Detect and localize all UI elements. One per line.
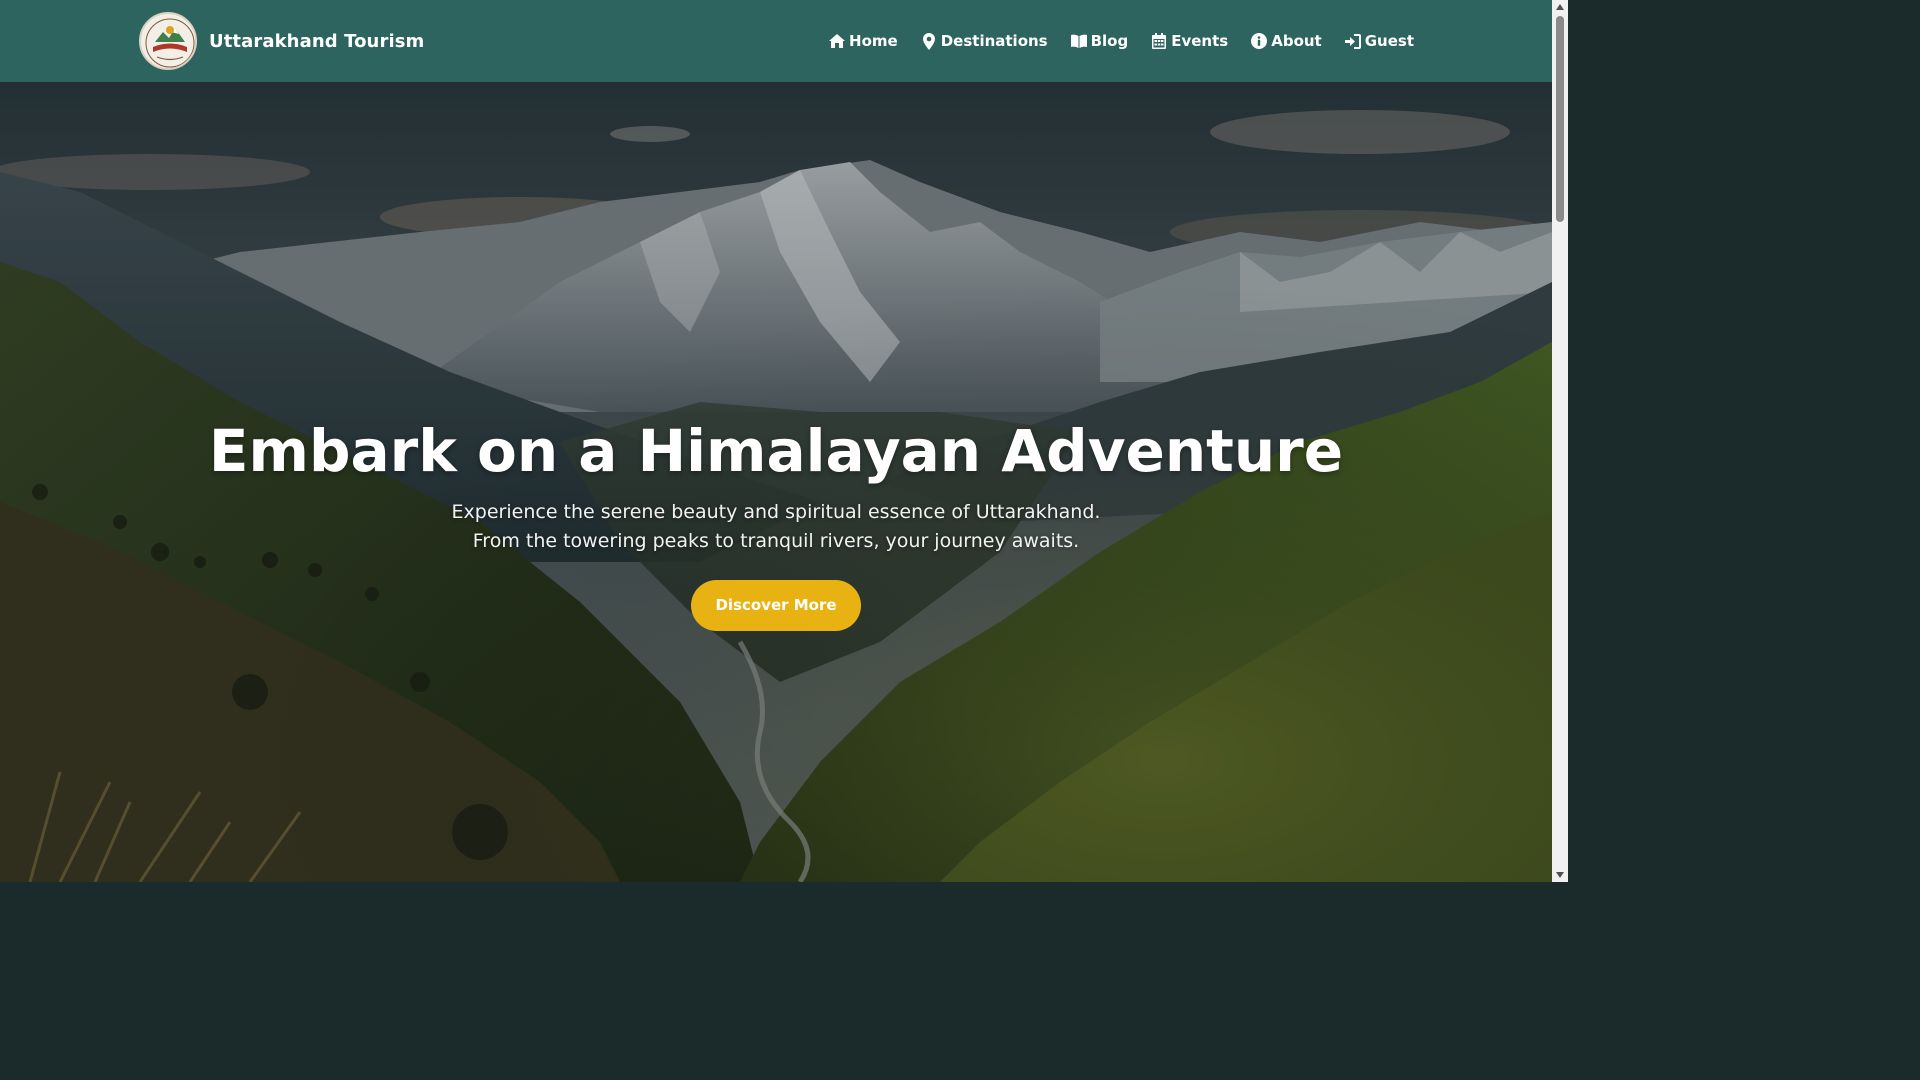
- nav-destinations-label: Destinations: [940, 32, 1048, 50]
- book-icon: [1070, 32, 1088, 50]
- home-icon: [828, 32, 846, 50]
- nav-about-label: About: [1271, 32, 1322, 50]
- scroll-down-arrow-icon[interactable]: [1552, 868, 1568, 882]
- brand-logo: [139, 12, 197, 70]
- nav-guest[interactable]: Guest: [1344, 32, 1414, 50]
- brand[interactable]: Uttarakhand Tourism: [139, 12, 424, 70]
- hero-subtitle-line-1: Experience the serene beauty and spiritu…: [451, 501, 1101, 523]
- nav-events[interactable]: Events: [1150, 32, 1228, 50]
- hero-title: Embark on a Himalayan Adventure: [208, 417, 1344, 485]
- scroll-up-arrow-icon[interactable]: [1552, 0, 1568, 14]
- nav-home-label: Home: [849, 32, 898, 50]
- nav-guest-label: Guest: [1364, 32, 1414, 50]
- nav-about[interactable]: About: [1250, 32, 1322, 50]
- discover-more-button[interactable]: Discover More: [691, 580, 861, 631]
- info-icon: [1250, 32, 1268, 50]
- navbar: Uttarakhand Tourism Home Destinations Bl…: [0, 0, 1552, 82]
- hero-subtitle: Experience the serene beauty and spiritu…: [0, 498, 1552, 556]
- nav-blog[interactable]: Blog: [1070, 32, 1129, 50]
- page-scrollbar[interactable]: [1552, 0, 1568, 882]
- nav-blog-label: Blog: [1090, 32, 1129, 50]
- nav-links: Home Destinations Blog Events About Gues…: [828, 0, 1414, 82]
- sign-in-icon: [1344, 32, 1362, 50]
- logo-emblem-icon: [143, 16, 195, 68]
- nav-destinations[interactable]: Destinations: [920, 32, 1048, 50]
- brand-title[interactable]: Uttarakhand Tourism: [209, 31, 424, 52]
- nav-home[interactable]: Home: [828, 32, 898, 50]
- nav-events-label: Events: [1171, 32, 1229, 50]
- scrollbar-thumb[interactable]: [1556, 16, 1564, 222]
- hero-subtitle-line-2: From the towering peaks to tranquil rive…: [472, 530, 1080, 552]
- map-pin-icon: [920, 32, 938, 50]
- hero-section: Embark on a Himalayan Adventure Experien…: [0, 82, 1552, 882]
- calendar-icon: [1150, 32, 1168, 50]
- hero-content: Embark on a Himalayan Adventure Experien…: [0, 412, 1552, 631]
